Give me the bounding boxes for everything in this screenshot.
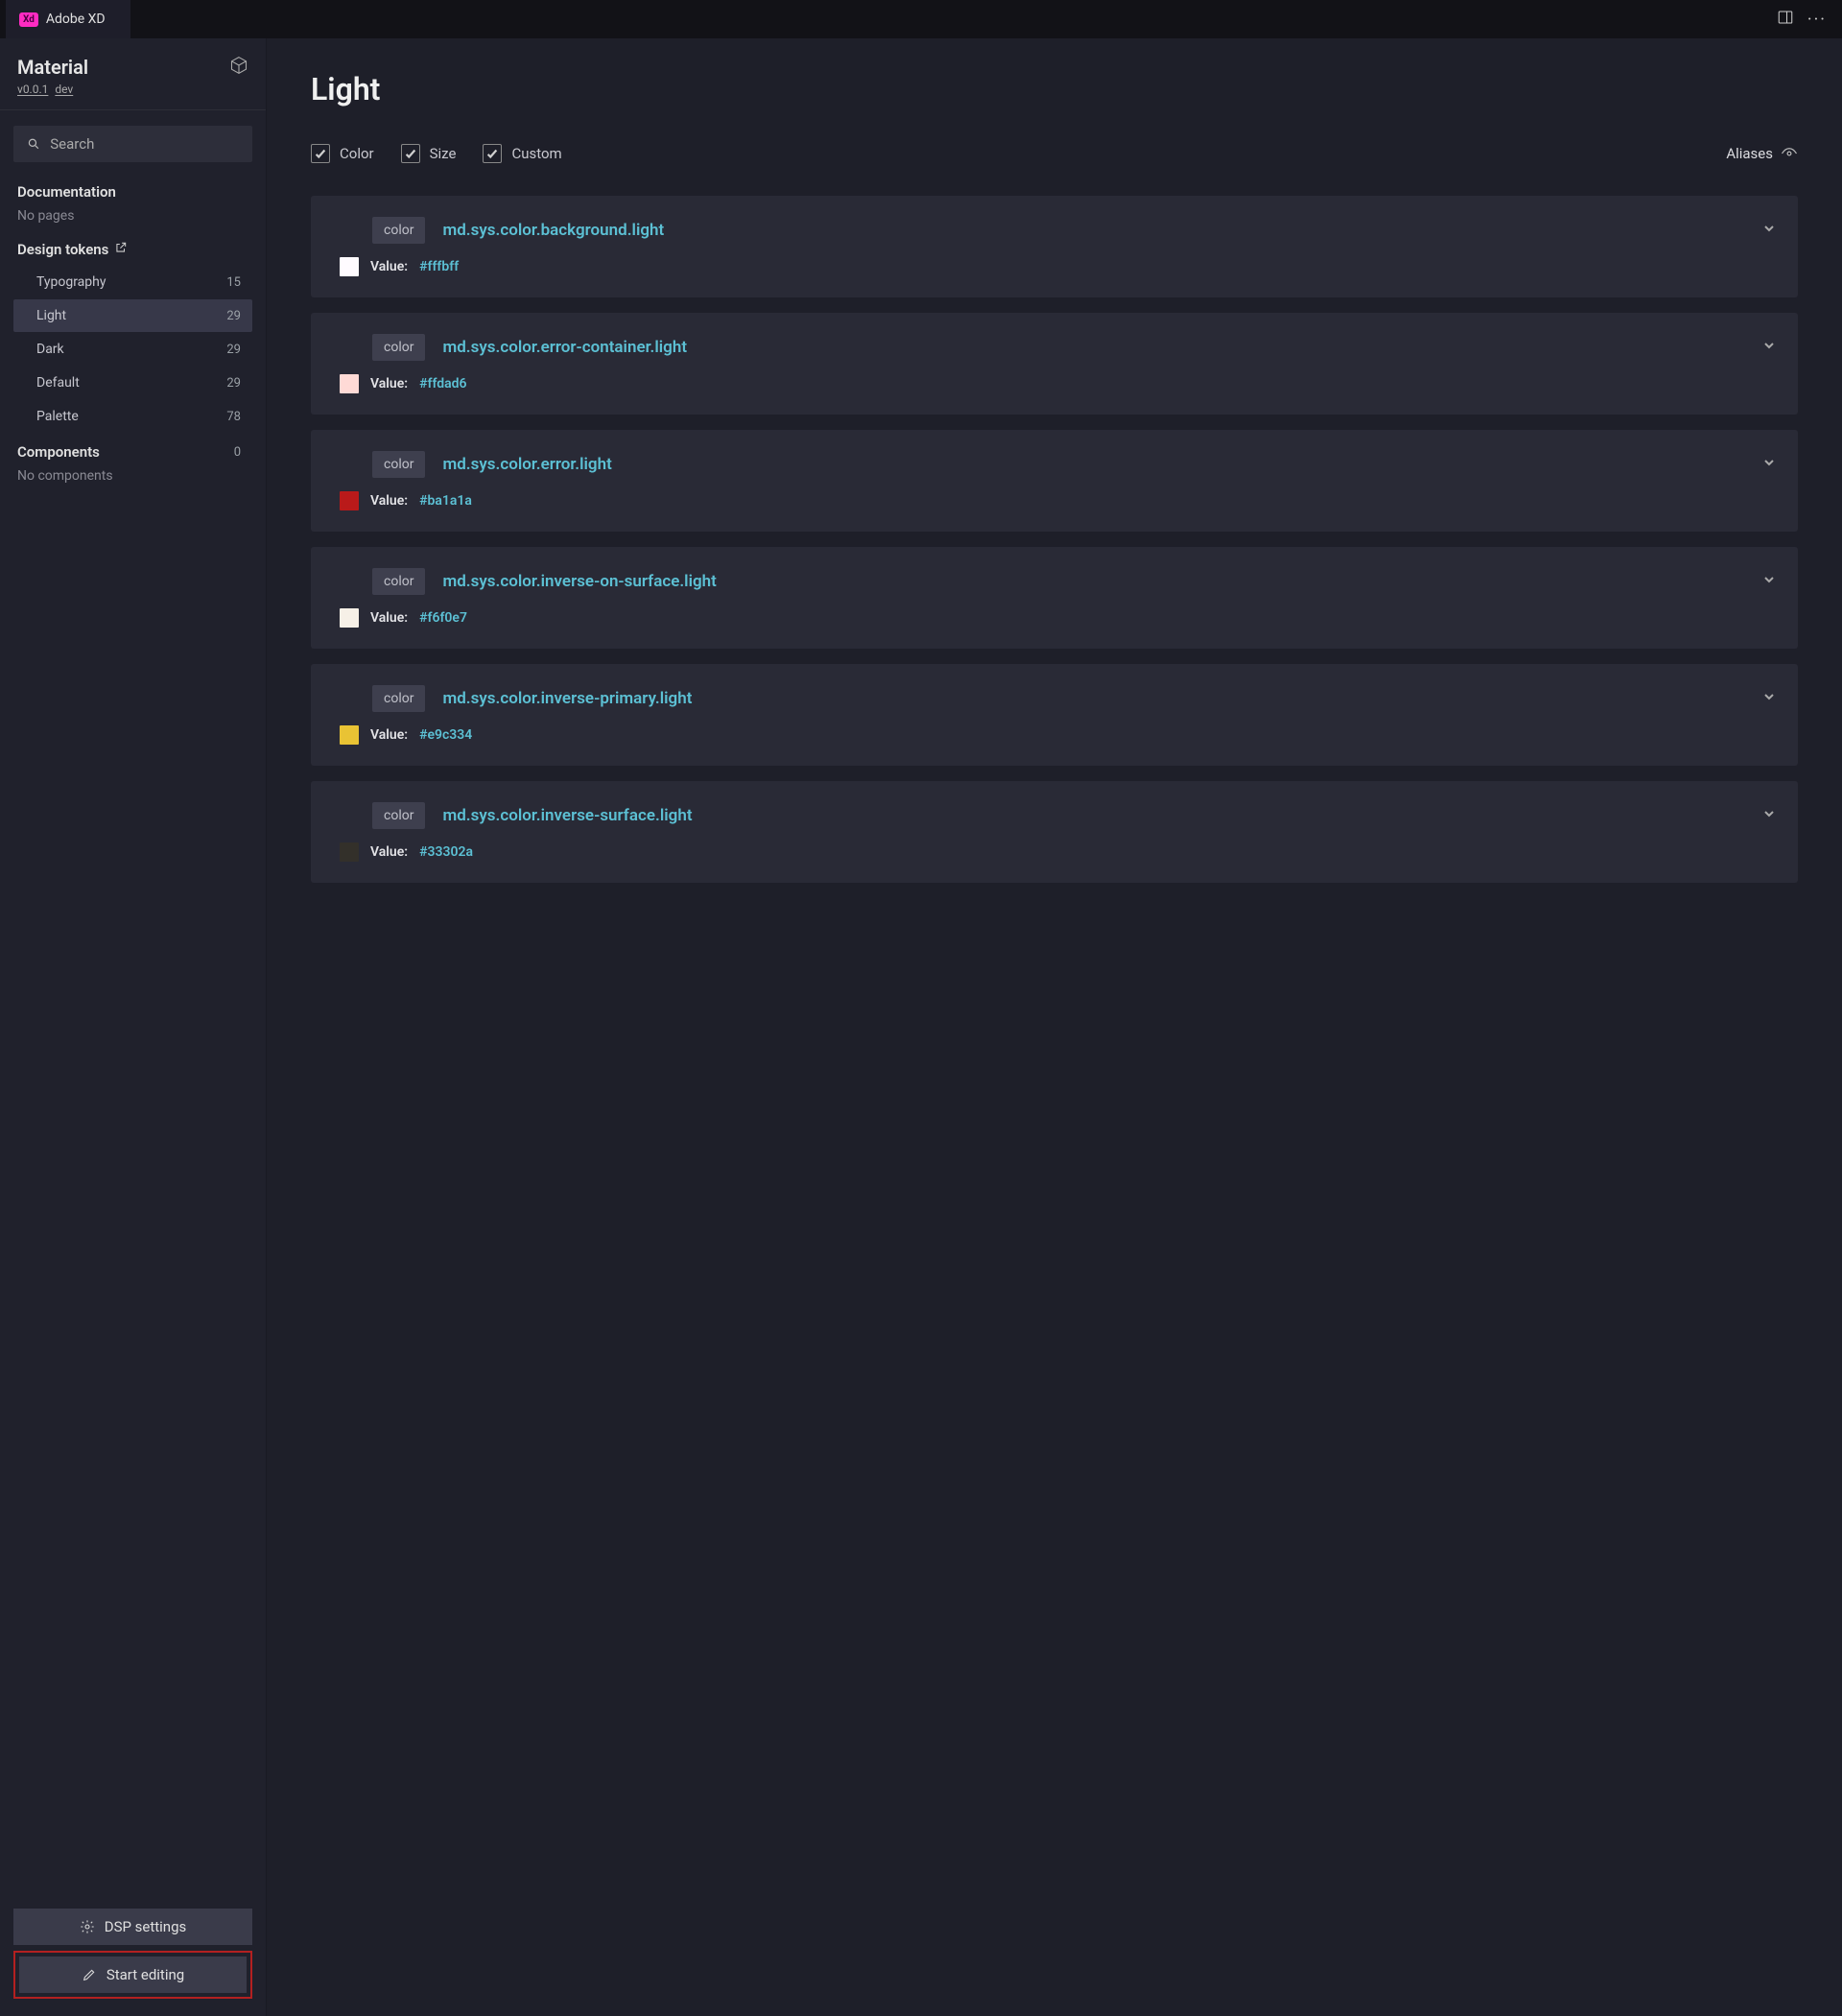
sidebar-item-palette[interactable]: Palette 78 xyxy=(13,400,252,433)
color-swatch xyxy=(340,725,359,745)
design-tokens-section-label: Design tokens xyxy=(17,241,248,258)
close-icon[interactable] xyxy=(113,10,117,29)
start-editing-button[interactable]: Start editing xyxy=(19,1957,247,1993)
value-hex: #33302a xyxy=(419,844,473,860)
sidebar-item-typography[interactable]: Typography 15 xyxy=(13,266,252,298)
sidebar-item-label: Light xyxy=(36,308,66,323)
token-type-tag: color xyxy=(372,802,425,829)
sidebar-item-default[interactable]: Default 29 xyxy=(13,367,252,399)
token-card[interactable]: color md.sys.color.error.light Value: #ba1… xyxy=(311,430,1798,532)
documentation-empty-label: No pages xyxy=(17,208,248,224)
sidebar-item-dark[interactable]: Dark 29 xyxy=(13,333,252,366)
value-hex: #f6f0e7 xyxy=(419,610,467,626)
chevron-down-icon[interactable] xyxy=(1761,806,1777,825)
sidebar-item-count: 15 xyxy=(226,275,241,290)
token-name: md.sys.color.inverse-primary.light xyxy=(442,689,692,708)
sidebar-item-count: 78 xyxy=(226,410,241,424)
xd-logo-icon: Xd xyxy=(19,12,38,27)
token-card[interactable]: color md.sys.color.inverse-primary.light V… xyxy=(311,664,1798,766)
external-link-icon[interactable] xyxy=(114,241,128,258)
sidebar-item-label: Palette xyxy=(36,409,79,424)
value-label: Value: xyxy=(370,844,408,860)
sidebar-item-label: Typography xyxy=(36,274,106,290)
token-name: md.sys.color.error.light xyxy=(442,455,611,474)
dsp-settings-button[interactable]: DSP settings xyxy=(13,1909,252,1945)
more-icon[interactable]: ··· xyxy=(1807,10,1827,30)
project-subtitle: v0.0.1 dev xyxy=(17,83,88,96)
gear-icon xyxy=(80,1919,95,1934)
chevron-down-icon[interactable] xyxy=(1761,572,1777,591)
package-icon[interactable] xyxy=(229,56,248,79)
value-hex: #e9c334 xyxy=(419,727,472,743)
highlight-annotation: Start editing xyxy=(13,1951,252,1999)
token-type-tag: color xyxy=(372,685,425,712)
chevron-down-icon[interactable] xyxy=(1761,689,1777,708)
chevron-down-icon[interactable] xyxy=(1761,455,1777,474)
visibility-icon xyxy=(1781,145,1798,162)
tab-label: Adobe XD xyxy=(46,12,106,27)
sidebar-item-count: 29 xyxy=(226,376,241,391)
editor-tab[interactable]: Xd Adobe XD xyxy=(6,0,130,38)
token-type-tag: color xyxy=(372,217,425,244)
token-card[interactable]: color md.sys.color.inverse-on-surface.lig… xyxy=(311,547,1798,649)
value-label: Value: xyxy=(370,493,408,509)
aliases-toggle[interactable]: Aliases xyxy=(1726,145,1798,162)
value-label: Value: xyxy=(370,376,408,391)
filter-color-checkbox[interactable]: Color xyxy=(311,144,374,163)
project-version[interactable]: v0.0.1 xyxy=(17,83,48,96)
panel-toggle-icon[interactable] xyxy=(1777,9,1794,30)
main-panel: Light Color Size Custom xyxy=(267,38,1842,2016)
token-card[interactable]: color md.sys.color.inverse-surface.light V… xyxy=(311,781,1798,883)
color-swatch xyxy=(340,842,359,862)
search-input[interactable] xyxy=(13,126,252,162)
title-bar: Xd Adobe XD ··· xyxy=(0,0,1842,38)
sidebar-item-count: 29 xyxy=(226,343,241,357)
token-card[interactable]: color md.sys.color.error-container.light V… xyxy=(311,313,1798,415)
documentation-section-label: Documentation xyxy=(17,183,248,201)
components-empty-label: No components xyxy=(17,468,248,484)
value-hex: #fffbff xyxy=(419,259,459,274)
sidebar: Material v0.0.1 dev Documentation No pag… xyxy=(0,38,267,2016)
search-field[interactable] xyxy=(50,135,239,153)
project-branch[interactable]: dev xyxy=(55,83,73,96)
value-label: Value: xyxy=(370,610,408,626)
chevron-down-icon[interactable] xyxy=(1761,221,1777,240)
value-hex: #ffdad6 xyxy=(419,376,466,391)
project-title: Material xyxy=(17,56,88,79)
color-swatch xyxy=(340,257,359,276)
pencil-icon xyxy=(82,1967,97,1982)
token-name: md.sys.color.inverse-surface.light xyxy=(442,806,692,825)
color-swatch xyxy=(340,608,359,628)
token-card[interactable]: color md.sys.color.background.light Value:… xyxy=(311,196,1798,297)
value-label: Value: xyxy=(370,727,408,743)
token-name: md.sys.color.error-container.light xyxy=(442,338,687,357)
filter-custom-checkbox[interactable]: Custom xyxy=(483,144,561,163)
components-count: 0 xyxy=(234,445,241,460)
token-name: md.sys.color.background.light xyxy=(442,221,664,240)
value-label: Value: xyxy=(370,259,408,274)
token-type-tag: color xyxy=(372,334,425,361)
sidebar-item-label: Dark xyxy=(36,342,64,357)
sidebar-item-count: 29 xyxy=(226,309,241,323)
token-name: md.sys.color.inverse-on-surface.light xyxy=(442,572,716,591)
sidebar-item-label: Default xyxy=(36,375,80,391)
chevron-down-icon[interactable] xyxy=(1761,338,1777,357)
value-hex: #ba1a1a xyxy=(419,493,472,509)
components-section-label: Components xyxy=(17,443,100,461)
filter-size-checkbox[interactable]: Size xyxy=(401,144,457,163)
color-swatch xyxy=(340,491,359,510)
token-type-tag: color xyxy=(372,451,425,478)
sidebar-item-light[interactable]: Light 29 xyxy=(13,299,252,332)
color-swatch xyxy=(340,374,359,393)
page-title: Light xyxy=(311,71,1798,107)
token-type-tag: color xyxy=(372,568,425,595)
